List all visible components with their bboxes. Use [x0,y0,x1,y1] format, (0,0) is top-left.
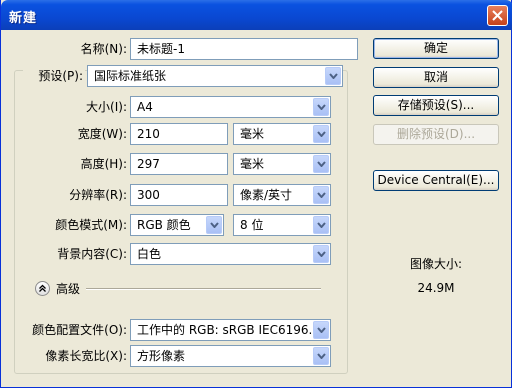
pixel-aspect-select[interactable]: 方形像素 [130,345,331,367]
width-unit-dropdown-arrow[interactable] [313,125,329,143]
close-icon [492,10,503,21]
name-input[interactable]: 未标题-1 [130,38,358,60]
resolution-unit-dropdown-arrow[interactable] [313,186,329,204]
chevron-down-icon [317,131,326,137]
advanced-label: 高级 [56,282,81,296]
pixel-aspect-dropdown-arrow[interactable] [313,347,329,365]
chevron-down-icon [317,104,326,110]
close-button[interactable] [487,5,508,26]
resolution-unit-value: 像素/英寸 [240,188,293,202]
resolution-unit-select[interactable]: 像素/英寸 [233,184,331,206]
color-profile-value: 工作中的 RGB: sRGB IEC6196... [137,323,320,337]
background-select[interactable]: 白色 [130,243,331,265]
ok-button[interactable]: 确定 [373,38,499,59]
height-unit-select[interactable]: 毫米 [233,153,331,175]
cancel-button[interactable]: 取消 [373,67,499,88]
bit-depth-dropdown-arrow[interactable] [313,216,329,234]
chevron-down-icon [317,161,326,167]
color-mode-select[interactable]: RGB 颜色 [130,214,224,236]
size-select[interactable]: A4 [130,96,331,118]
color-mode-value: RGB 颜色 [137,218,191,232]
double-chevron-up-icon [39,284,46,292]
size-label: 大小(I): [86,100,127,114]
color-profile-select[interactable]: 工作中的 RGB: sRGB IEC6196... [130,319,331,341]
preset-value: 国际标准纸张 [94,69,167,83]
chevron-down-icon [317,353,326,359]
save-preset-button[interactable]: 存储预设(S)... [373,95,499,116]
preset-dropdown-arrow[interactable] [325,67,341,85]
chevron-down-icon [210,222,219,228]
preset-select[interactable]: 国际标准纸张 [87,65,343,87]
bit-depth-value: 8 位 [240,218,264,232]
resolution-label: 分辨率(R): [69,188,127,202]
pixel-aspect-value: 方形像素 [137,349,186,363]
height-label: 高度(H): [80,157,127,171]
chevron-down-icon [317,327,326,333]
background-label: 背景内容(C): [57,247,127,261]
preset-label: 预设(P): [23,67,85,85]
chevron-down-icon [317,192,326,198]
color-profile-label: 颜色配置文件(O): [32,323,127,337]
size-dropdown-arrow[interactable] [313,98,329,116]
color-mode-label: 颜色模式(M): [55,218,127,232]
width-unit-value: 毫米 [240,127,265,141]
background-value: 白色 [137,247,162,261]
image-size-label: 图像大小: [409,257,463,271]
chevron-down-icon [317,222,326,228]
title-bar[interactable]: 新建 [1,0,512,30]
delete-preset-button: 删除预设(D)... [373,124,499,145]
width-unit-select[interactable]: 毫米 [233,123,331,145]
size-value: A4 [137,100,153,114]
color-mode-dropdown-arrow[interactable] [206,216,222,234]
name-label: 名称(N): [80,42,127,56]
height-unit-value: 毫米 [240,157,265,171]
resolution-input[interactable]: 300 [130,184,228,206]
height-input[interactable]: 297 [130,153,228,175]
window-title: 新建 [9,11,38,26]
width-label: 宽度(W): [77,127,127,141]
image-size-value: 24.9M [417,281,455,295]
bit-depth-select[interactable]: 8 位 [233,214,331,236]
pixel-aspect-label: 像素长宽比(X): [45,349,127,363]
width-input[interactable]: 210 [130,123,228,145]
color-profile-dropdown-arrow[interactable] [313,321,329,339]
advanced-toggle[interactable] [35,281,50,296]
background-dropdown-arrow[interactable] [313,245,329,263]
height-unit-dropdown-arrow[interactable] [313,155,329,173]
chevron-down-icon [329,73,338,79]
chevron-down-icon [317,251,326,257]
device-central-button[interactable]: Device Central(E)... [373,170,499,191]
new-document-dialog: 新建 名称(N): 未标题-1 预设(P): 国际标准纸张 大小(I): A4 … [0,0,512,388]
advanced-separator [86,288,321,290]
